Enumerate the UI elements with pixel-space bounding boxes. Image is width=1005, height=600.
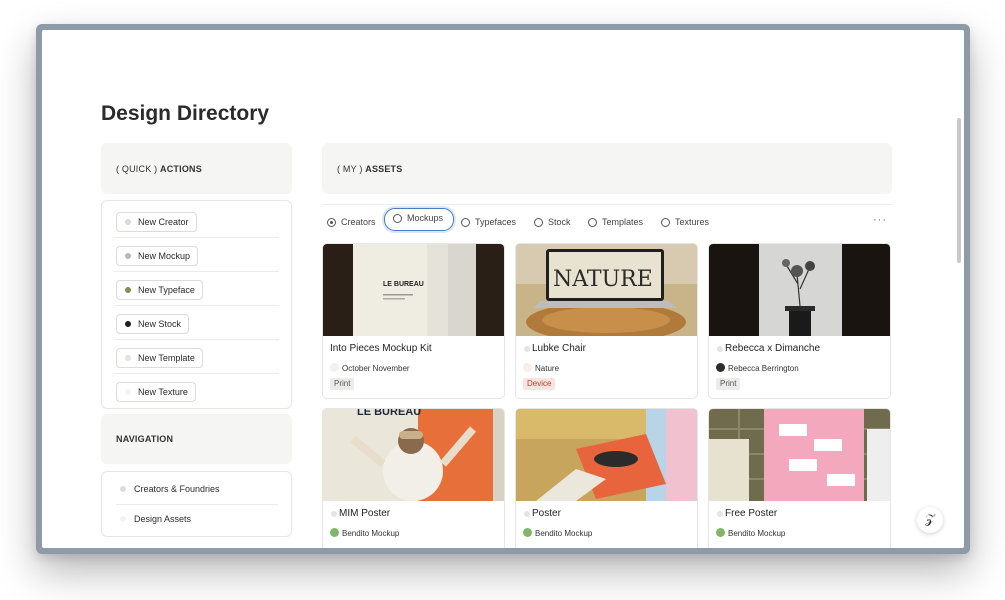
action-row: New Mockup bbox=[114, 239, 279, 272]
tab-creators[interactable]: Creators bbox=[327, 212, 382, 234]
assistant-icon[interactable]: 𝒵 bbox=[917, 507, 943, 533]
avatar bbox=[330, 363, 339, 372]
avatar bbox=[523, 528, 532, 537]
more-options-icon[interactable]: ··· bbox=[873, 214, 887, 226]
tab-templates[interactable]: Templates bbox=[588, 212, 650, 234]
new-stock-button[interactable]: New Stock bbox=[116, 314, 190, 334]
status-dot-icon bbox=[717, 511, 723, 517]
card-tag: Device bbox=[523, 378, 556, 390]
asset-card[interactable]: NATURE Lubke Chair Nature Device bbox=[515, 243, 698, 399]
radio-filled-icon bbox=[327, 218, 336, 227]
radio-icon bbox=[588, 218, 597, 227]
page-title: Design Directory bbox=[101, 102, 270, 125]
card-creator: Bendito Mockup bbox=[523, 528, 592, 538]
status-dot-icon bbox=[125, 321, 131, 327]
new-template-button[interactable]: New Template bbox=[116, 348, 203, 368]
new-typeface-button[interactable]: New Typeface bbox=[116, 280, 203, 300]
quick-actions-prefix: ( QUICK ) bbox=[116, 163, 158, 174]
new-texture-button[interactable]: New Texture bbox=[116, 382, 196, 402]
navigation-title: NAVIGATION bbox=[116, 434, 174, 444]
action-row: New Template bbox=[114, 341, 279, 374]
assets-prefix: ( MY ) bbox=[337, 163, 363, 174]
radio-icon bbox=[393, 214, 402, 223]
card-creator: Bendito Mockup bbox=[716, 528, 785, 538]
asset-card[interactable]: Rebecca x Dimanche Rebecca Berrington Pr… bbox=[708, 243, 891, 399]
avatar bbox=[716, 363, 725, 372]
tab-textures[interactable]: Textures bbox=[661, 212, 717, 234]
card-title: MIM Poster bbox=[331, 508, 390, 519]
action-row: New Creator bbox=[114, 205, 279, 238]
assets-header: ( MY ) ASSETS bbox=[322, 143, 892, 194]
action-row: New Typeface bbox=[114, 273, 279, 306]
nav-item-design-assets[interactable]: Design Assets bbox=[116, 505, 278, 535]
status-dot-icon bbox=[524, 346, 530, 352]
card-tag: Print bbox=[330, 378, 355, 390]
status-dot-icon bbox=[331, 511, 337, 517]
status-dot-icon bbox=[125, 219, 131, 225]
status-dot-icon bbox=[120, 486, 126, 492]
status-dot-icon bbox=[125, 355, 131, 361]
card-creator: Bendito Mockup bbox=[330, 528, 399, 538]
card-thumbnail bbox=[709, 409, 890, 501]
status-dot-icon bbox=[120, 516, 126, 522]
card-thumbnail bbox=[516, 409, 697, 501]
radio-icon bbox=[461, 218, 470, 227]
status-dot-icon bbox=[524, 511, 530, 517]
vertical-scrollbar[interactable] bbox=[957, 118, 961, 263]
action-row: New Stock bbox=[114, 307, 279, 340]
card-title: Rebecca x Dimanche bbox=[717, 343, 820, 354]
quick-actions-list: New Creator New Mockup New Typeface New … bbox=[101, 200, 292, 409]
navigation-header: NAVIGATION bbox=[101, 414, 292, 464]
card-thumb-text: LE BUREAU bbox=[357, 409, 421, 418]
radio-icon bbox=[534, 218, 543, 227]
nav-item-creators-foundries[interactable]: Creators & Foundries bbox=[116, 475, 278, 505]
status-dot-icon bbox=[717, 346, 723, 352]
card-title: Poster bbox=[524, 508, 561, 519]
asset-card[interactable]: Poster Bendito Mockup bbox=[515, 408, 698, 548]
tab-mockups[interactable]: Mockups bbox=[384, 208, 454, 231]
card-thumbnail: LE BUREAU bbox=[323, 409, 504, 501]
radio-icon bbox=[661, 218, 670, 227]
asset-card[interactable]: LE BUREAU MIM Poster Bendito Mockup bbox=[322, 408, 505, 548]
asset-view-tabs: Creators Mockups Typefaces Stock Templat… bbox=[322, 204, 892, 234]
asset-card[interactable]: LE BUREAU Into Pieces Mockup Kit October… bbox=[322, 243, 505, 399]
asset-card[interactable]: Free Poster Bendito Mockup bbox=[708, 408, 891, 548]
card-creator: Rebecca Berrington bbox=[716, 363, 799, 373]
quick-actions-title: ACTIONS bbox=[160, 163, 202, 174]
card-title: Free Poster bbox=[717, 508, 777, 519]
tab-stock[interactable]: Stock bbox=[534, 212, 576, 234]
action-row: New Texture bbox=[114, 375, 279, 408]
navigation-list: Creators & Foundries Design Assets bbox=[101, 471, 292, 537]
status-dot-icon bbox=[125, 253, 131, 259]
card-title: Lubke Chair bbox=[524, 343, 586, 354]
status-dot-icon bbox=[125, 389, 131, 395]
card-creator: Nature bbox=[523, 363, 559, 373]
new-creator-button[interactable]: New Creator bbox=[116, 212, 197, 232]
card-title: Into Pieces Mockup Kit bbox=[330, 343, 432, 354]
avatar bbox=[330, 528, 339, 537]
app-window-frame: Design Directory ( QUICK ) ACTIONS New C… bbox=[36, 24, 970, 554]
app-window: Design Directory ( QUICK ) ACTIONS New C… bbox=[42, 30, 964, 548]
assets-title: ASSETS bbox=[365, 163, 403, 174]
card-thumbnail: NATURE bbox=[516, 244, 697, 336]
avatar bbox=[523, 363, 532, 372]
card-thumb-text: NATURE bbox=[553, 267, 653, 292]
card-thumbnail bbox=[709, 244, 890, 336]
status-dot-icon bbox=[125, 287, 131, 293]
avatar bbox=[716, 528, 725, 537]
card-tag: Print bbox=[716, 378, 741, 390]
card-creator: October November bbox=[330, 363, 410, 373]
new-mockup-button[interactable]: New Mockup bbox=[116, 246, 199, 266]
tab-typefaces[interactable]: Typefaces bbox=[461, 212, 525, 234]
card-thumb-text: LE BUREAU bbox=[383, 281, 424, 288]
quick-actions-header: ( QUICK ) ACTIONS bbox=[101, 143, 292, 194]
card-thumbnail: LE BUREAU bbox=[323, 244, 504, 336]
